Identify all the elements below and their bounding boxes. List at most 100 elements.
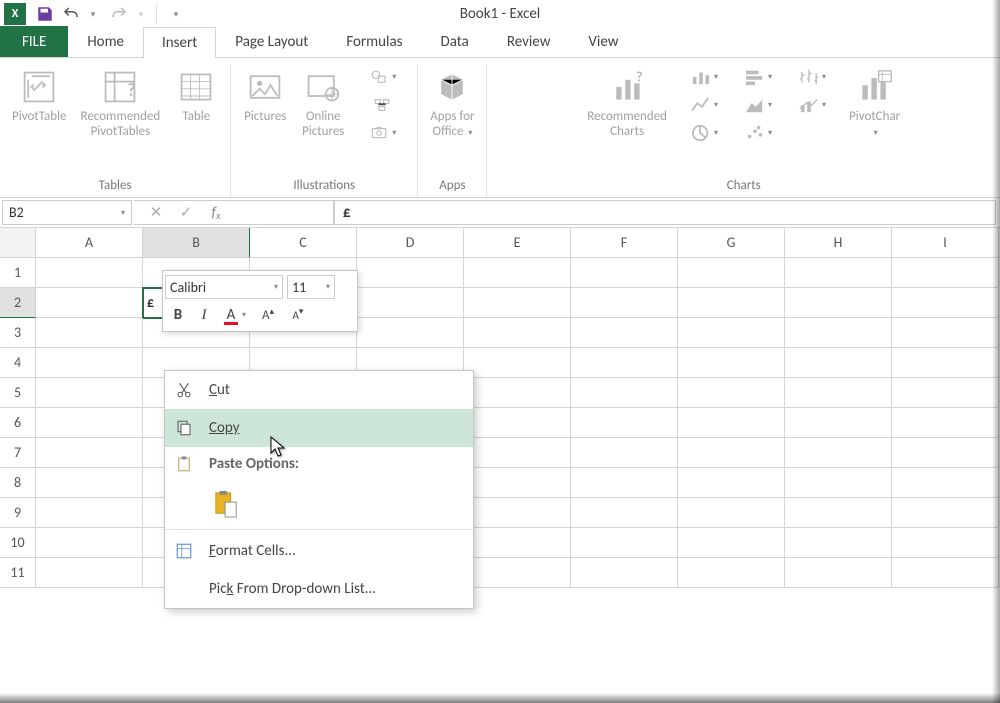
col-header-F[interactable]: F xyxy=(571,228,678,258)
cell-F9[interactable] xyxy=(571,498,678,528)
row-header-5[interactable]: 5 xyxy=(0,378,36,408)
cell-H5[interactable] xyxy=(785,378,892,408)
cell-I10[interactable] xyxy=(892,528,999,558)
line-chart-button[interactable]: ▾ xyxy=(677,92,731,118)
cell-F4[interactable] xyxy=(571,348,678,378)
pictures-button[interactable]: Pictures xyxy=(239,64,291,127)
context-cut[interactable]: Cut xyxy=(165,371,473,409)
col-header-H[interactable]: H xyxy=(785,228,892,258)
cell-F7[interactable] xyxy=(571,438,678,468)
enter-icon[interactable]: ✓ xyxy=(172,203,200,222)
cell-G10[interactable] xyxy=(678,528,785,558)
cell-G9[interactable] xyxy=(678,498,785,528)
formula-input[interactable]: £ xyxy=(334,200,996,225)
namebox-dropdown-icon[interactable]: ▾ xyxy=(121,208,125,218)
cancel-icon[interactable]: ✕ xyxy=(142,203,170,222)
mini-size-select[interactable]: 11▾ xyxy=(287,275,335,299)
cell-H2[interactable] xyxy=(785,288,892,318)
redo-dropdown[interactable]: ▾ xyxy=(128,1,154,27)
col-header-I[interactable]: I xyxy=(892,228,999,258)
row-header-6[interactable]: 6 xyxy=(0,408,36,438)
row-header-10[interactable]: 10 xyxy=(0,528,36,558)
cell-D1[interactable] xyxy=(357,258,464,288)
cell-E7[interactable] xyxy=(464,438,571,468)
cell-F10[interactable] xyxy=(571,528,678,558)
cell-A3[interactable] xyxy=(36,318,143,348)
col-header-B[interactable]: B xyxy=(143,228,250,258)
cell-H3[interactable] xyxy=(785,318,892,348)
paste-button[interactable] xyxy=(209,486,243,522)
cell-A11[interactable] xyxy=(36,558,143,588)
cell-A2[interactable] xyxy=(36,288,143,318)
cell-F1[interactable] xyxy=(571,258,678,288)
cell-A9[interactable] xyxy=(36,498,143,528)
row-header-3[interactable]: 3 xyxy=(0,318,36,348)
cell-F3[interactable] xyxy=(571,318,678,348)
tab-page-layout[interactable]: Page Layout xyxy=(216,26,327,57)
cell-H8[interactable] xyxy=(785,468,892,498)
cell-F2[interactable] xyxy=(571,288,678,318)
recommended-charts-button[interactable]: ? RecommendedCharts xyxy=(583,64,671,142)
cell-A8[interactable] xyxy=(36,468,143,498)
name-box[interactable]: B2 ▾ xyxy=(2,200,132,225)
cell-D3[interactable] xyxy=(357,318,464,348)
bar-chart-button[interactable]: ▾ xyxy=(731,64,785,90)
col-header-E[interactable]: E xyxy=(464,228,571,258)
context-pick-list[interactable]: Pick From Drop-down List... xyxy=(165,570,473,608)
cell-E10[interactable] xyxy=(464,528,571,558)
select-all-corner[interactable] xyxy=(0,228,36,258)
cell-E3[interactable] xyxy=(464,318,571,348)
cell-D2[interactable] xyxy=(357,288,464,318)
cell-I4[interactable] xyxy=(892,348,999,378)
mini-font-select[interactable]: Calibri▾ xyxy=(165,275,283,299)
cell-H11[interactable] xyxy=(785,558,892,588)
cell-A4[interactable] xyxy=(36,348,143,378)
pivottable-button[interactable]: PivotTable xyxy=(8,64,71,127)
cell-E9[interactable] xyxy=(464,498,571,528)
table-button[interactable]: Table xyxy=(170,64,222,127)
qat-customize[interactable]: ▾ xyxy=(163,1,189,27)
cell-A10[interactable] xyxy=(36,528,143,558)
cell-E2[interactable] xyxy=(464,288,571,318)
cell-F6[interactable] xyxy=(571,408,678,438)
cell-F8[interactable] xyxy=(571,468,678,498)
area-chart-button[interactable]: ▾ xyxy=(731,92,785,118)
row-header-2[interactable]: 2 xyxy=(0,288,36,318)
radar-chart-button[interactable] xyxy=(785,120,839,146)
cell-E8[interactable] xyxy=(464,468,571,498)
cell-G4[interactable] xyxy=(678,348,785,378)
tab-data[interactable]: Data xyxy=(422,26,488,57)
smartart-button[interactable] xyxy=(355,92,409,118)
cell-E1[interactable] xyxy=(464,258,571,288)
cell-E11[interactable] xyxy=(464,558,571,588)
cell-A5[interactable] xyxy=(36,378,143,408)
online-pictures-button[interactable]: OnlinePictures xyxy=(297,64,349,142)
row-header-4[interactable]: 4 xyxy=(0,348,36,378)
tab-view[interactable]: View xyxy=(569,26,637,57)
mini-shrink-font-button[interactable]: A▾ xyxy=(283,302,313,328)
cell-A6[interactable] xyxy=(36,408,143,438)
cell-H4[interactable] xyxy=(785,348,892,378)
mini-grow-font-button[interactable]: A▴ xyxy=(253,302,283,328)
cell-H7[interactable] xyxy=(785,438,892,468)
cell-G1[interactable] xyxy=(678,258,785,288)
cell-H9[interactable] xyxy=(785,498,892,528)
cell-E5[interactable] xyxy=(464,378,571,408)
cell-H1[interactable] xyxy=(785,258,892,288)
cell-E4[interactable] xyxy=(464,348,571,378)
col-header-G[interactable]: G xyxy=(678,228,785,258)
context-format-cells[interactable]: Format Cells... xyxy=(165,532,473,570)
cell-F11[interactable] xyxy=(571,558,678,588)
cell-G11[interactable] xyxy=(678,558,785,588)
tab-formulas[interactable]: Formulas xyxy=(327,26,421,57)
cell-I5[interactable] xyxy=(892,378,999,408)
cell-E6[interactable] xyxy=(464,408,571,438)
cell-I3[interactable] xyxy=(892,318,999,348)
stock-chart-button[interactable]: ▾ xyxy=(785,64,839,90)
undo-dropdown[interactable]: ▾ xyxy=(80,1,106,27)
cell-H6[interactable] xyxy=(785,408,892,438)
cell-I6[interactable] xyxy=(892,408,999,438)
mini-bold-button[interactable]: B xyxy=(165,302,191,328)
column-chart-button[interactable]: ▾ xyxy=(677,64,731,90)
cell-A1[interactable] xyxy=(36,258,143,288)
